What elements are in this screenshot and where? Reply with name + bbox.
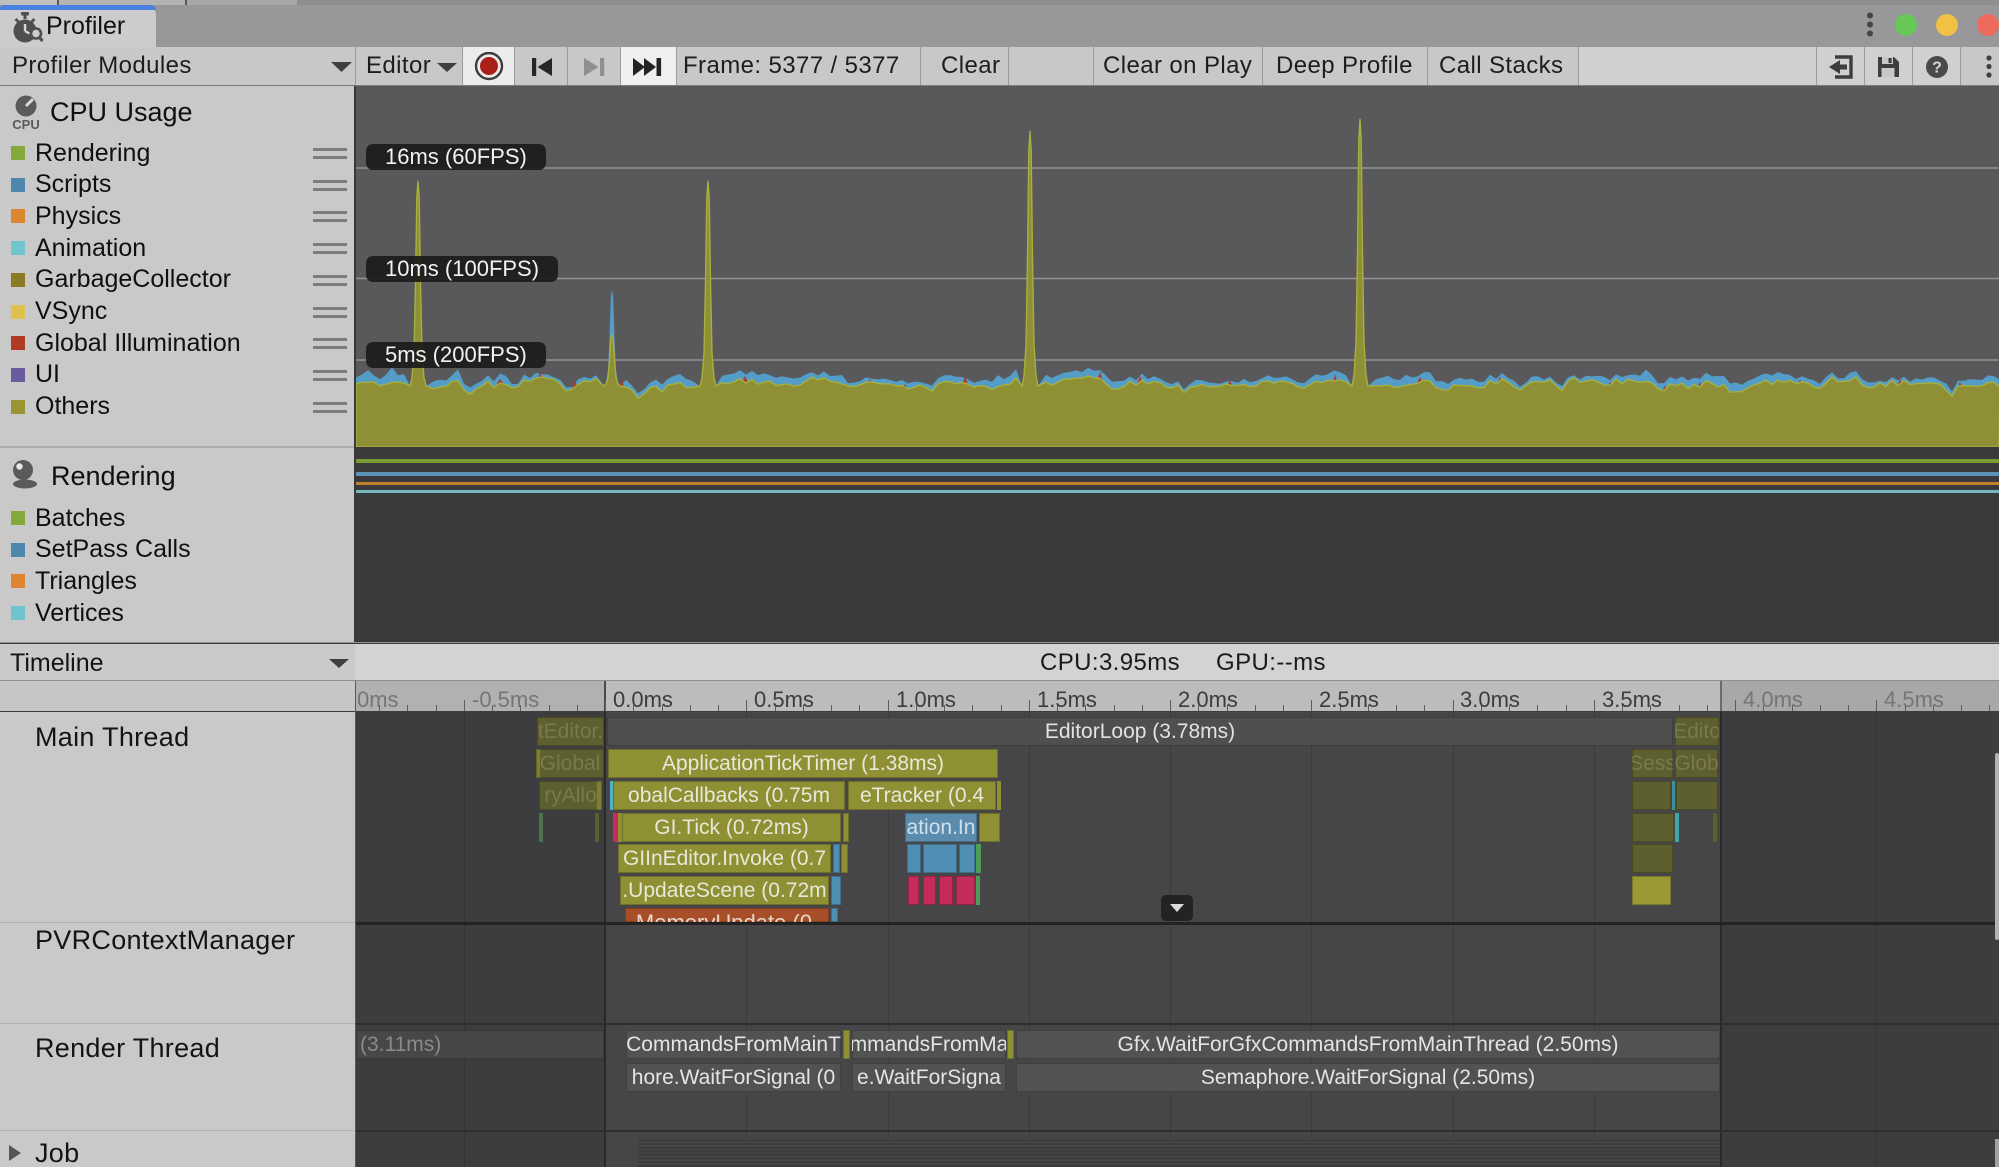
svg-text:CPU: CPU [12, 117, 39, 131]
svg-text:?: ? [1932, 60, 1942, 77]
